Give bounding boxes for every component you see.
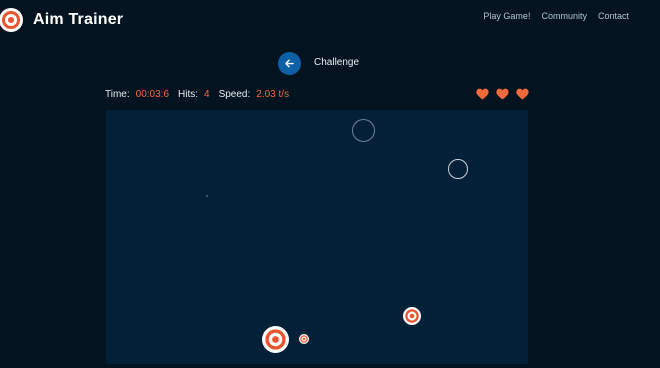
heart-icon (496, 88, 509, 100)
hits-value: 4 (204, 89, 210, 100)
target-icon[interactable] (262, 326, 289, 353)
mode-title: Challenge (314, 57, 360, 68)
lives (476, 88, 529, 100)
heart-icon (476, 88, 489, 100)
time-value: 00:03:6 (135, 89, 170, 100)
target-icon[interactable] (403, 307, 421, 325)
app-title: Aim Trainer (33, 11, 124, 28)
nav-community[interactable]: Community (541, 11, 587, 21)
back-button[interactable] (278, 52, 301, 75)
speed-value: 2.03 t/s (256, 89, 290, 100)
logo[interactable]: Aim Trainer (0, 8, 123, 32)
time-label: Time: (105, 89, 130, 100)
target-icon[interactable] (299, 334, 309, 344)
hit-marker (206, 195, 208, 197)
game-arena[interactable] (106, 110, 528, 364)
speed-label: Speed: (218, 89, 251, 100)
missed-target-ring (352, 119, 375, 142)
nav-play-game[interactable]: Play Game! (483, 11, 530, 21)
nav-contact[interactable]: Contact (598, 11, 629, 21)
arrow-left-icon (285, 59, 294, 68)
missed-target-ring (448, 159, 468, 179)
hits-label: Hits: (178, 89, 199, 100)
stats-bar: Time: 00:03:6 Hits: 4 Speed: 2.03 t/s (105, 89, 298, 100)
top-nav: Play Game! Community Contact (483, 11, 629, 21)
target-icon (0, 8, 23, 32)
heart-icon (516, 88, 529, 100)
